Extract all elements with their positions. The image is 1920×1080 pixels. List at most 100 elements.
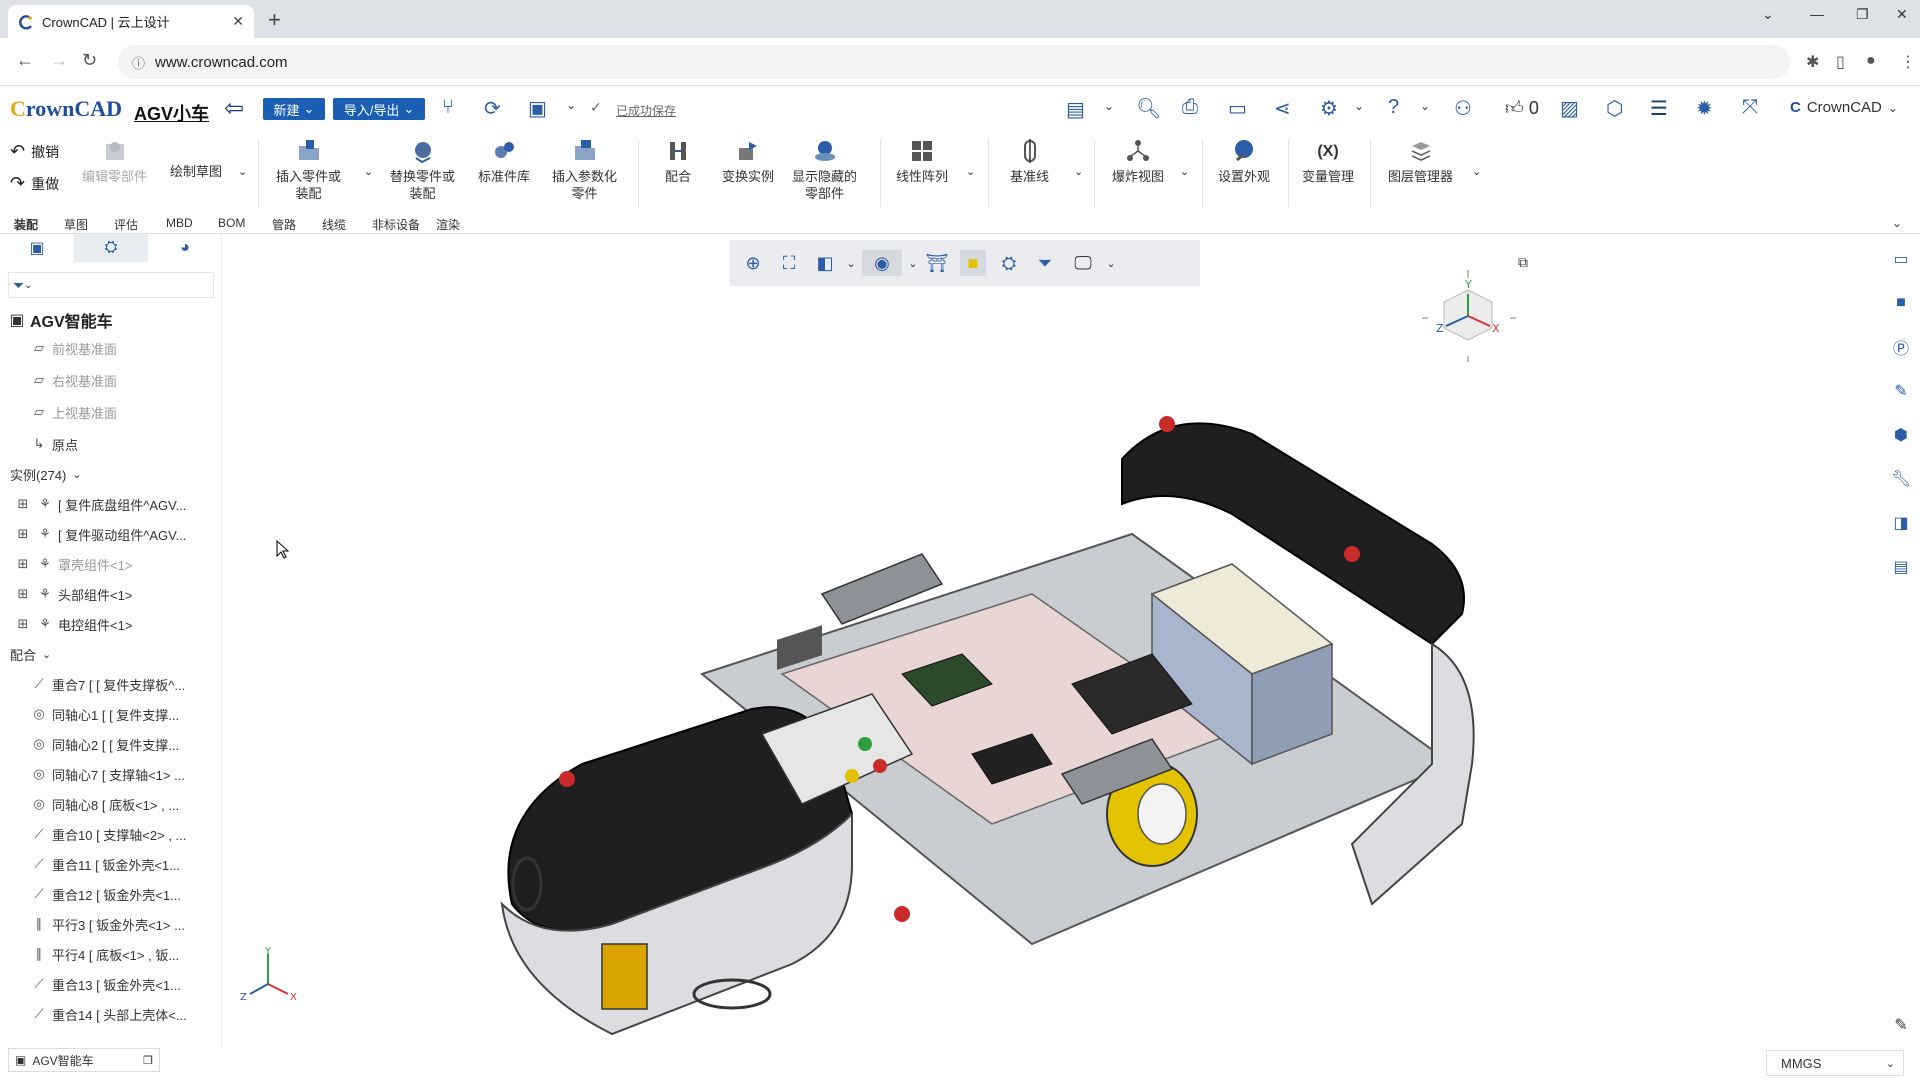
insert-part-dropdown-icon[interactable]: ⌄ xyxy=(364,165,373,178)
site-info-icon[interactable]: ⓘ xyxy=(132,53,145,72)
edit-icon[interactable]: ✎ xyxy=(1890,380,1912,402)
restore-icon[interactable]: ❐ xyxy=(1856,6,1869,23)
tree-mate[interactable]: ⟋ 重合14 [ 头部上壳体<... xyxy=(30,1002,186,1026)
window-close-icon[interactable]: ✕ xyxy=(1896,6,1908,23)
agv-3d-model[interactable] xyxy=(472,344,1672,1044)
replace-part-button[interactable]: 替换零件或 装配 xyxy=(390,137,455,202)
branch-icon[interactable]: ⑂ xyxy=(442,96,454,119)
document-tab[interactable]: ▣ AGV智能车 ❐ xyxy=(8,1048,160,1072)
zoom-fit-icon[interactable]: ⛶ xyxy=(776,250,802,276)
display-mode-icon[interactable]: ▤ xyxy=(1066,97,1085,122)
tree-origin[interactable]: ↳ 原点 xyxy=(30,432,78,456)
forward-icon[interactable]: → xyxy=(50,50,68,71)
display-settings-icon[interactable]: 🖵︎ xyxy=(1070,250,1096,276)
tab-close-icon[interactable]: ✕ xyxy=(232,13,244,30)
insert-part-button[interactable]: 插入零件或 装配 xyxy=(276,137,341,202)
tree-instance[interactable]: ⊞ ⚘[ 复件底盘组件^AGV... xyxy=(14,492,187,516)
tree-mate[interactable]: ⟋ 重合13 [ 钣金外壳<1... xyxy=(30,972,181,996)
list-icon[interactable]: ▤ xyxy=(1890,556,1912,578)
tab-search-icon[interactable]: ⌄ xyxy=(1762,6,1774,23)
panel-tab-appearance-icon[interactable]: ◕ xyxy=(148,234,222,262)
expand-icon[interactable]: ⊞ xyxy=(14,586,32,602)
panel-tab-properties-icon[interactable]: ⛭ xyxy=(74,234,148,262)
orientation-dropdown-icon[interactable]: ⌄ xyxy=(838,250,864,276)
tab-bom[interactable]: BOM xyxy=(218,216,245,230)
stack-menu-icon[interactable]: ☰ xyxy=(1650,96,1668,121)
tree-mate[interactable]: ∥ 平行4 [ 底板<1> , 钣... xyxy=(30,942,179,966)
show-hidden-parts-button[interactable]: 显示隐藏的 零部件 xyxy=(792,137,857,202)
edit-part-button[interactable]: 编辑零部件 xyxy=(82,137,147,185)
tab-nonstandard[interactable]: 非标设备 xyxy=(372,216,420,233)
explode-view-button[interactable]: 爆炸视图 xyxy=(1112,137,1164,185)
save-icon[interactable]: ▣ xyxy=(528,96,547,121)
view-orientation-icon[interactable]: ◧ xyxy=(812,250,838,276)
extensions-icon[interactable]: ✱ xyxy=(1806,52,1819,72)
expand-icon[interactable]: ⊞ xyxy=(14,496,32,512)
tree-plane-top[interactable]: ▱ 上视基准面 xyxy=(30,400,117,424)
tree-instance[interactable]: ⊞ ⚘[ 复件驱动组件^AGV... xyxy=(14,522,187,546)
units-selector[interactable]: MMGS ⌄ xyxy=(1766,1050,1904,1076)
tree-instance[interactable]: ⊞ ⚘ 头部组件<1> xyxy=(14,582,133,606)
expand-icon[interactable]: ⊞ xyxy=(14,556,32,572)
image-icon[interactable]: ▨ xyxy=(1560,96,1579,121)
insert-param-part-button[interactable]: 插入参数化 零件 xyxy=(552,137,617,202)
tab-sketch[interactable]: 草图 xyxy=(64,216,88,233)
tree-instance[interactable]: ⊞ ⚘ 罩壳组件<1> xyxy=(14,552,133,576)
browser-tab[interactable]: CrownCAD | 云上设计 ✕ xyxy=(8,5,254,38)
tree-mate[interactable]: ◎ 同轴心1 [ [ 复件支撑... xyxy=(30,702,179,726)
tab-piping[interactable]: 管路 xyxy=(272,216,296,233)
settings-dropdown-icon[interactable]: ⌄ xyxy=(1354,99,1364,113)
standard-library-button[interactable]: 标准件库 xyxy=(478,137,530,185)
mate-button[interactable]: 配合 xyxy=(664,137,692,185)
tree-instance[interactable]: ⊞ ⚘ 电控组件<1> xyxy=(14,612,133,636)
browser-menu-icon[interactable]: ⋮ xyxy=(1900,52,1916,72)
ribbon-more-dropdown-icon[interactable]: ⌄ xyxy=(1472,165,1481,178)
variable-manager-button[interactable]: (X) 变量管理 xyxy=(1302,137,1354,185)
mates-section[interactable]: 配合 ⌄ xyxy=(10,642,51,666)
user-menu[interactable]: C CrownCAD ⌄ xyxy=(1790,99,1898,116)
back-to-list-icon[interactable]: ⇦ xyxy=(224,94,244,123)
tree-mate[interactable]: ⟋ 重合12 [ 钣金外壳<1... xyxy=(30,882,181,906)
import-export-button[interactable]: 导入/导出 ⌄ xyxy=(333,98,425,120)
display-dropdown-icon[interactable]: ⌄ xyxy=(1098,250,1124,276)
linear-pattern-button[interactable]: 线性阵列 xyxy=(896,137,948,185)
tree-mate[interactable]: ⟋ 重合10 [ 支撑轴<2> , ... xyxy=(30,822,186,846)
popout-icon[interactable]: ❐ xyxy=(143,1054,153,1067)
pattern-dropdown-icon[interactable]: ⌄ xyxy=(966,165,975,178)
shaded-mode-icon[interactable]: ■ xyxy=(960,250,986,276)
tab-render[interactable]: 渲染 xyxy=(436,216,460,233)
panel-tab-tree-icon[interactable]: ▣ xyxy=(0,234,74,262)
help-icon[interactable]: ? xyxy=(1388,96,1399,119)
layout-icon[interactable]: ◨ xyxy=(1890,512,1912,534)
sketch-dropdown-icon[interactable]: ⌄ xyxy=(238,165,247,178)
side-panel-icon[interactable]: ▯ xyxy=(1836,52,1845,72)
visibility-eye-icon[interactable]: ◉ xyxy=(862,250,902,276)
tree-plane-front[interactable]: ▱ 前视基准面 xyxy=(30,336,117,360)
fullscreen-icon[interactable]: ⤧ xyxy=(1742,96,1758,119)
tree-mate[interactable]: ∥ 平行3 [ 钣金外壳<1> ... xyxy=(30,912,185,936)
section-view-icon[interactable]: ⛩ xyxy=(924,250,950,276)
wrench-icon[interactable]: 🔧︎ xyxy=(1890,468,1912,490)
display-mode-dropdown-icon[interactable]: ⌄ xyxy=(1104,99,1114,113)
component-display-icon[interactable]: ⛭ xyxy=(996,250,1022,276)
search-icon[interactable]: 🔍︎ xyxy=(1136,96,1161,121)
sync-icon[interactable]: ⟳ xyxy=(484,96,501,121)
print-icon[interactable]: ⎙ xyxy=(1182,96,1198,119)
datum-dropdown-icon[interactable]: ⌄ xyxy=(1074,165,1083,178)
new-button[interactable]: 新建 ⌄ xyxy=(263,98,325,120)
expand-icon[interactable]: ⊞ xyxy=(14,616,32,632)
view-cube[interactable]: Y X Z xyxy=(1408,260,1528,370)
crowncad-logo[interactable]: CrownCAD xyxy=(10,96,122,122)
like-button[interactable]: 👍︎ 0 xyxy=(1505,97,1539,119)
help-dropdown-icon[interactable]: ⌄ xyxy=(1420,99,1430,113)
tab-mbd[interactable]: MBD xyxy=(166,216,193,230)
new-tab-icon[interactable]: + xyxy=(268,7,281,33)
datum-line-button[interactable]: 基准线 xyxy=(1010,137,1049,185)
zoom-icon[interactable]: ⊕ xyxy=(740,250,766,276)
sketch-button[interactable]: 绘制草图 xyxy=(170,163,222,180)
p-icon[interactable]: Ⓟ xyxy=(1890,336,1912,358)
transform-instance-button[interactable]: 变换实例 xyxy=(722,137,774,185)
tree-mate[interactable]: ◎ 同轴心8 [ 底板<1> , ... xyxy=(30,792,179,816)
document-title[interactable]: AGV小车 xyxy=(134,100,209,126)
explode-dropdown-icon[interactable]: ⌄ xyxy=(1180,165,1189,178)
